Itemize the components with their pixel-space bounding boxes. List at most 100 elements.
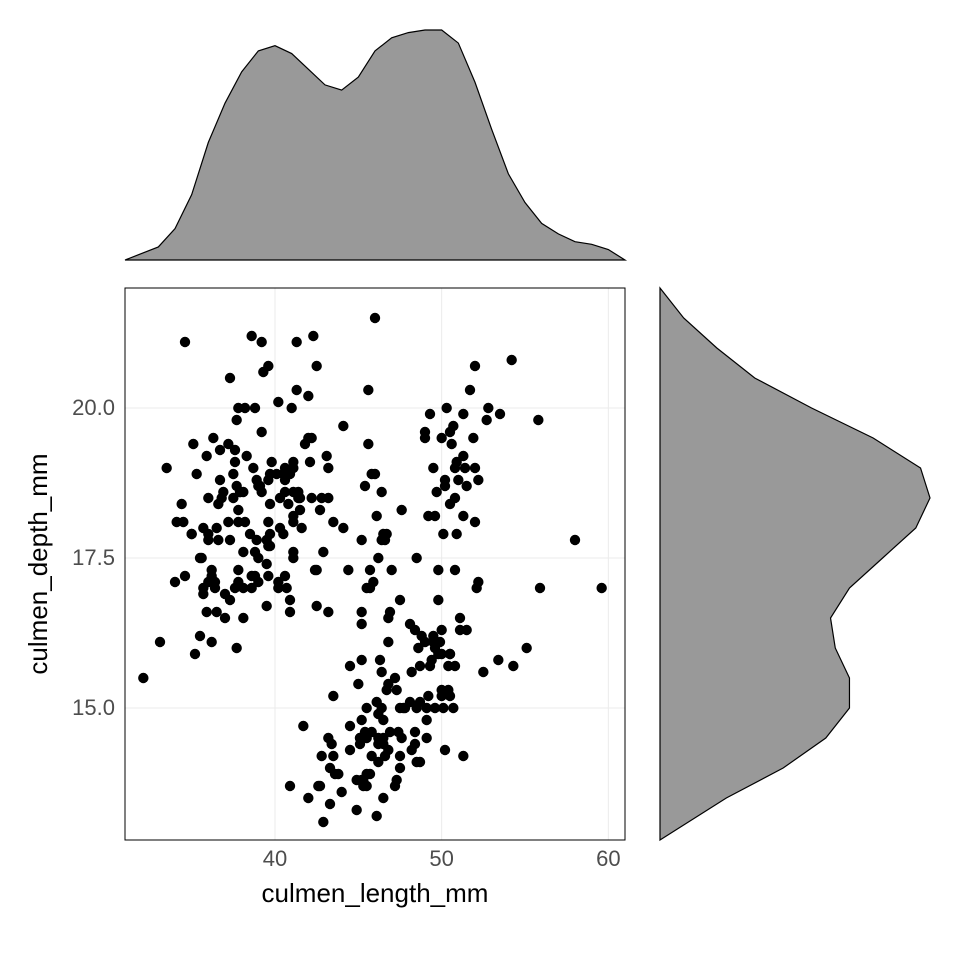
point [430,511,440,521]
point [375,655,385,665]
point [373,553,383,563]
point [458,511,468,521]
point [416,631,426,641]
point [360,481,370,491]
right-density [660,288,930,840]
point [425,409,435,419]
point [220,613,230,623]
point [345,661,355,671]
point [261,601,271,611]
point [363,439,373,449]
point [365,769,375,779]
point [265,499,275,509]
point [231,415,241,425]
point [303,793,313,803]
point [246,331,256,341]
point [285,781,295,791]
point [318,547,328,557]
point [315,781,325,791]
point [161,463,171,473]
point [285,607,295,617]
point [383,613,393,623]
point [361,703,371,713]
top-density [125,30,625,260]
point [291,337,301,347]
point [413,643,423,653]
point [261,559,271,569]
point [441,403,451,413]
point [285,595,295,605]
point [345,745,355,755]
point [280,463,290,473]
point [306,493,316,503]
y-tick-label: 17.5 [72,545,115,570]
point [383,637,393,647]
point [371,811,381,821]
point [338,421,348,431]
point [521,643,531,653]
point [365,583,375,593]
point [468,433,478,443]
point [370,313,380,323]
point [570,535,580,545]
point [316,751,326,761]
point [311,361,321,371]
point [248,463,258,473]
point [353,679,363,689]
point [203,577,213,587]
point [208,433,218,443]
point [395,751,405,761]
point [336,787,346,797]
point [470,361,480,371]
point [423,691,433,701]
point [376,667,386,677]
point [433,595,443,605]
point [361,733,371,743]
point [351,805,361,815]
point [138,673,148,683]
point [225,595,235,605]
point [253,577,263,587]
point [440,481,450,491]
point [228,469,238,479]
point [250,403,260,413]
point [240,403,250,413]
point [345,721,355,731]
point [450,565,460,575]
point [223,439,233,449]
point [225,535,235,545]
point [450,493,460,503]
point [428,463,438,473]
point [328,691,338,701]
point [231,643,241,653]
x-tick-label: 60 [596,846,620,871]
point [233,565,243,575]
point [325,799,335,809]
point [273,397,283,407]
point [203,535,213,545]
point [275,493,285,503]
point [283,499,293,509]
point [265,541,275,551]
point [470,463,480,473]
point [170,577,180,587]
point [453,475,463,485]
point [288,517,298,527]
point [303,391,313,401]
point [323,463,333,473]
point [451,529,461,539]
point [343,565,353,575]
point [383,745,393,755]
point [410,739,420,749]
point [386,565,396,575]
point [223,517,233,527]
point [233,505,243,515]
point [436,625,446,635]
y-tick-label: 20.0 [72,395,115,420]
point [483,403,493,413]
point [305,457,315,467]
point [378,793,388,803]
point [338,523,348,533]
point [435,637,445,647]
point [311,601,321,611]
